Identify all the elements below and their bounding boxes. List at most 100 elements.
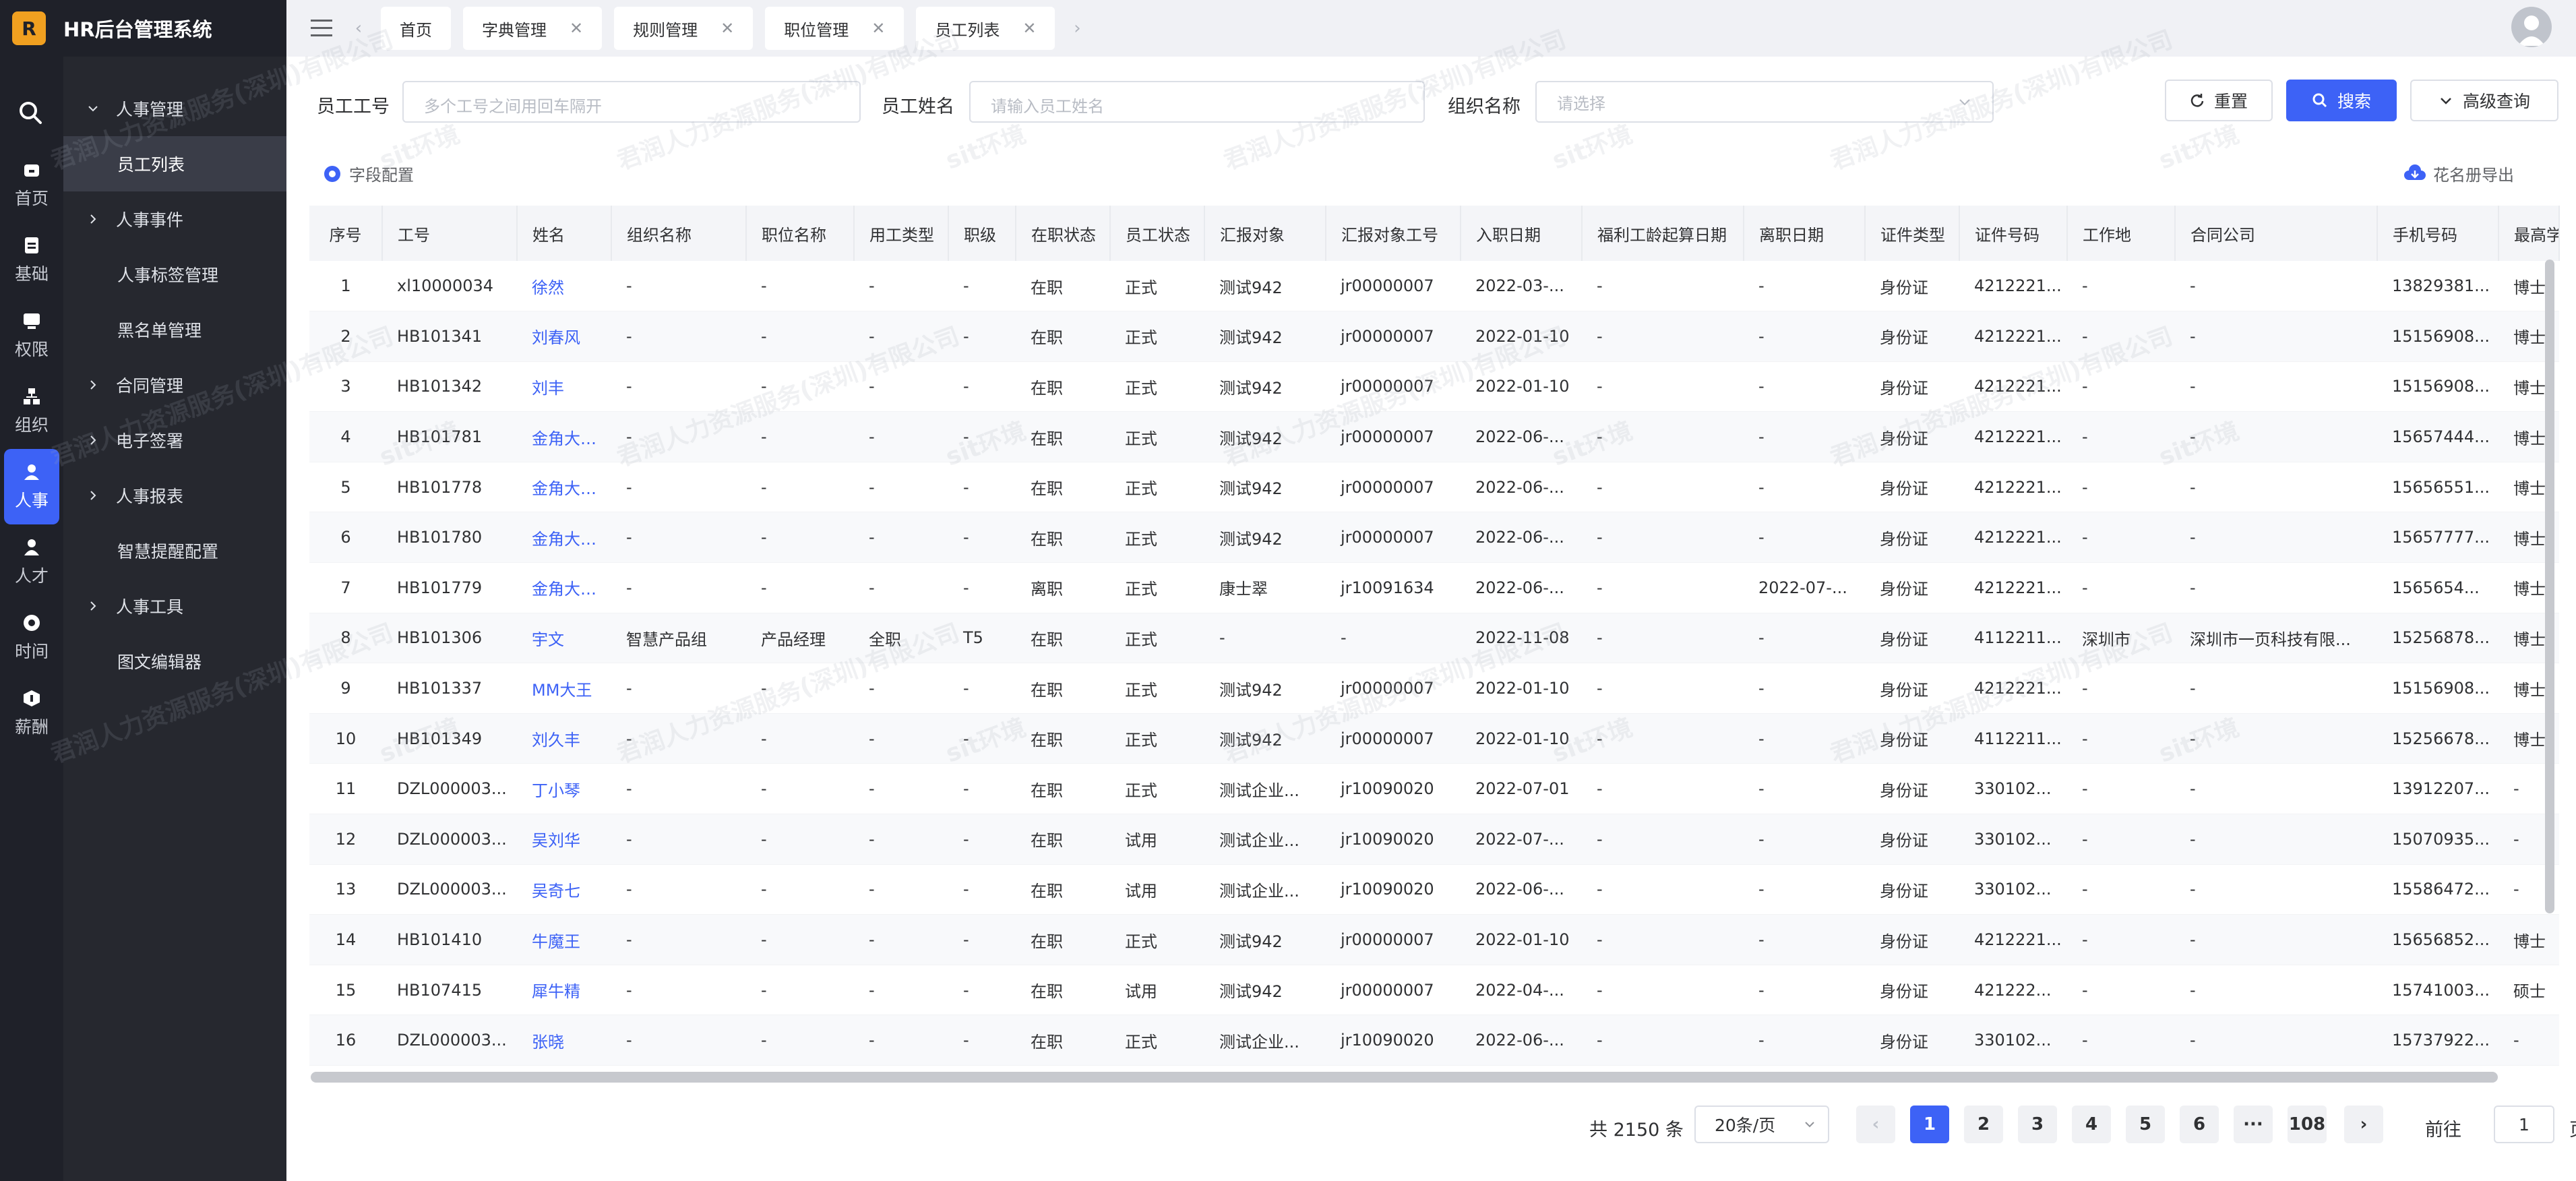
reset-button[interactable]: 重置 — [2165, 80, 2273, 121]
page-button[interactable]: 5 — [2126, 1106, 2165, 1143]
table-row[interactable]: 7HB101779金角大王3...----离职正式康士翠jr1009163420… — [309, 562, 2559, 613]
submenu-e-sign[interactable]: 电子签署 — [63, 413, 286, 468]
advanced-search-button[interactable]: 高级查询 — [2410, 80, 2558, 121]
submenu-contracts[interactable]: 合同管理 — [63, 357, 286, 413]
table-cell: 421222... — [1959, 965, 2067, 1016]
submenu-tag-management[interactable]: 人事标签管理 — [63, 247, 286, 302]
emp-no-input[interactable]: 多个工号之间用回车隔开 — [402, 81, 861, 123]
horizontal-scrollbar[interactable] — [311, 1072, 2498, 1083]
employee-name-link[interactable]: 金角大王2... — [517, 462, 611, 513]
tab-employee-list[interactable]: 员工列表 ✕ — [916, 7, 1055, 50]
prev-page-button[interactable]: ‹ — [1856, 1106, 1895, 1143]
table-row[interactable]: 9 HB101337 MM大王 - - - - 在职 正式 测试942 jr00000007 2022… — [309, 663, 2559, 714]
table-row[interactable]: 11 DZL000003... 丁小琴 - - - - 在职 正式 测试企业... jr100900… — [309, 763, 2559, 815]
table-cell: - — [2067, 361, 2175, 413]
table-row[interactable]: 1 xl10000034 徐然 - - - - 在职 正式 测试942 jr00000007 2022… — [309, 261, 2559, 312]
org-select[interactable]: 请选择 — [1535, 81, 1994, 123]
search-button[interactable]: 搜索 — [2286, 80, 2397, 121]
rail-item-time[interactable]: 时间 — [0, 600, 63, 675]
page-button[interactable]: 6 — [2180, 1106, 2219, 1143]
table-row[interactable]: 15 HB107415 犀牛精 - - - - 在职 试用 测试942 jr00000007 2022… — [309, 965, 2559, 1016]
more-pages-button[interactable]: ··· — [2234, 1106, 2273, 1143]
vertical-scrollbar[interactable] — [2545, 260, 2554, 913]
emp-name-input[interactable]: 请输入员工姓名 — [969, 81, 1425, 123]
table-cell: - — [1744, 763, 1865, 815]
tab-scroll-right-icon[interactable]: › — [1067, 18, 1087, 38]
close-icon[interactable]: ✕ — [720, 19, 734, 38]
table-row[interactable]: 13 DZL000003... 吴奇七 - - - - 在职 试用 测试企业... jr100900… — [309, 864, 2559, 915]
rail-item-basic[interactable]: 基础 — [0, 222, 63, 298]
table-row[interactable]: 6HB101780金角大王4...----在职正式测试942jr00000007… — [309, 512, 2559, 564]
rail-item-talent[interactable]: 人才 — [0, 524, 63, 600]
page-button[interactable]: 2 — [1964, 1106, 2003, 1143]
rail-item-home[interactable]: 首页 — [0, 147, 63, 222]
submenu-rich-editor[interactable]: 图文编辑器 — [63, 634, 286, 689]
submenu-employee-list[interactable]: 员工列表 — [63, 136, 286, 191]
table-row[interactable]: 16 DZL000003... 张晓 - - - - 在职 正式 测试企业... jr1009002… — [309, 1015, 2559, 1066]
goto-page-input[interactable]: 1 — [2494, 1106, 2554, 1143]
employee-name-link[interactable]: 吴刘华 — [517, 814, 611, 865]
search-icon[interactable] — [13, 96, 47, 129]
close-icon[interactable]: ✕ — [570, 19, 583, 38]
table-row[interactable]: 3 HB101342 刘丰 - - - - 在职 正式 测试942 jr00000007 2022-0… — [309, 361, 2559, 413]
submenu-hr-management[interactable]: 人事管理 — [63, 81, 286, 136]
page-size-select[interactable]: 20条/页 — [1694, 1106, 1829, 1143]
menu-toggle-icon[interactable] — [307, 13, 336, 43]
rail-item-personnel[interactable]: 人事 — [4, 449, 59, 524]
table-cell: 测试企业... — [1204, 864, 1326, 915]
tab-positions[interactable]: 职位管理 ✕ — [765, 7, 904, 50]
employee-name-link[interactable]: 丁小琴 — [517, 763, 611, 815]
employee-name-link[interactable]: 刘丰 — [517, 361, 611, 413]
export-roster-button[interactable]: 花名册导出 — [2403, 162, 2514, 185]
submenu-hr-tools[interactable]: 人事工具 — [63, 578, 286, 634]
close-icon[interactable]: ✕ — [1022, 19, 1036, 38]
table-row[interactable]: 2 HB101341 刘春风 - - - - 在职 正式 测试942 jr00000007 2022-… — [309, 311, 2559, 362]
page-button[interactable]: 108 — [2288, 1106, 2327, 1143]
table-row[interactable]: 8 HB101306 宇文 智慧产品组 产品经理 全职 T5 在职 正式 - -2022-11-08… — [309, 613, 2559, 664]
table-row[interactable]: 12 DZL000003... 吴刘华 - - - - 在职 试用 测试企业... jr100900… — [309, 814, 2559, 865]
submenu-blacklist[interactable]: 黑名单管理 — [63, 302, 286, 357]
table-cell: HB101341 — [382, 311, 517, 362]
submenu-reports[interactable]: 人事报表 — [63, 468, 286, 523]
table-cell: 2022-06-... — [1461, 562, 1582, 613]
column-header: 工作地 — [2067, 206, 2176, 261]
employee-name-link[interactable]: 张晓 — [517, 1015, 611, 1066]
table-cell: 在职 — [1016, 864, 1110, 915]
employee-name-link[interactable]: 刘久丰 — [517, 713, 611, 764]
employee-name-link[interactable]: 金角大王4... — [517, 512, 611, 564]
rail-item-salary[interactable]: 薪酬 — [0, 675, 63, 751]
employee-name-link[interactable]: 金角大王3... — [517, 562, 611, 613]
table-row[interactable]: 5HB101778金角大王2...----在职正式测试942jr00000007… — [309, 462, 2559, 513]
tab-rules[interactable]: 规则管理 ✕ — [614, 7, 754, 50]
employee-name-link[interactable]: 宇文 — [517, 613, 611, 664]
field-config-button[interactable]: 字段配置 — [322, 162, 414, 185]
org-chart-icon — [22, 386, 42, 406]
tab-scroll-left-icon[interactable]: ‹ — [348, 18, 369, 38]
employee-name-link[interactable]: MM大王 — [517, 663, 611, 714]
submenu-hr-events[interactable]: 人事事件 — [63, 191, 286, 247]
employee-name-link[interactable]: 牛魔王 — [517, 914, 611, 965]
avatar[interactable] — [2511, 7, 2552, 47]
close-icon[interactable]: ✕ — [871, 19, 885, 38]
rail-item-org[interactable]: 组织 — [0, 373, 63, 449]
employee-name-link[interactable]: 犀牛精 — [517, 965, 611, 1016]
employee-name-link[interactable]: 金角大王5... — [517, 411, 611, 462]
table-row[interactable]: 4HB101781金角大王5...----在职正式测试942jr00000007… — [309, 411, 2559, 462]
table-cell: - — [2175, 361, 2377, 413]
page-button[interactable]: 1 — [1910, 1106, 1949, 1143]
table-row[interactable]: 14 HB101410 牛魔王 - - - - 在职 正式 测试942 jr00000007 2022… — [309, 914, 2559, 965]
table-cell: HB101410 — [382, 914, 517, 965]
tab-home[interactable]: 首页 — [381, 7, 451, 50]
next-page-button[interactable]: › — [2344, 1106, 2383, 1143]
page-button[interactable]: 4 — [2072, 1106, 2111, 1143]
employee-name-link[interactable]: 吴奇七 — [517, 864, 611, 915]
employee-name-link[interactable]: 刘春风 — [517, 311, 611, 362]
table-cell: - — [746, 361, 854, 413]
goto-label: 前往 — [2425, 1120, 2461, 1141]
table-row[interactable]: 10 HB101349 刘久丰 - - - - 在职 正式 测试942 jr00000007 2022… — [309, 713, 2559, 764]
page-button[interactable]: 3 — [2018, 1106, 2057, 1143]
rail-item-permission[interactable]: 权限 — [0, 298, 63, 373]
tab-dictionary[interactable]: 字典管理 ✕ — [463, 7, 603, 50]
employee-name-link[interactable]: 徐然 — [517, 261, 611, 312]
submenu-smart-reminders[interactable]: 智慧提醒配置 — [63, 523, 286, 578]
